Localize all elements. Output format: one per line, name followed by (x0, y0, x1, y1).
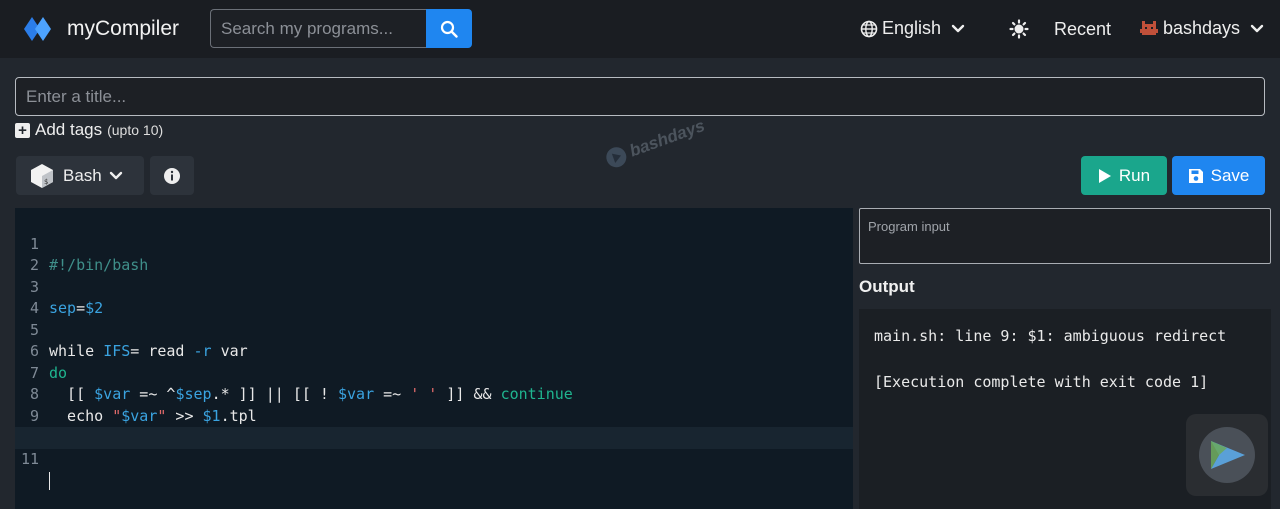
user-avatar-icon (1140, 20, 1158, 35)
user-menu[interactable]: bashdays (1140, 18, 1264, 39)
editor-line: 4 (15, 277, 853, 317)
tags-limit-hint: (upto 10) (107, 122, 164, 138)
recent-link[interactable]: Recent (1054, 19, 1111, 40)
language-select[interactable]: $_ Bash (16, 156, 144, 195)
navbar: myCompiler English (0, 0, 1280, 58)
language-select-label: Bash (63, 165, 102, 185)
line-number: 11 (20, 449, 39, 468)
brand-name: myCompiler (67, 17, 180, 40)
info-button[interactable] (150, 156, 194, 195)
editor-line: 5 while IFS= read -r var (15, 298, 853, 361)
editor-line: 2 (15, 234, 853, 274)
code-editor[interactable]: 1 #!/bin/bash 2 3 sep=$2 4 5 while IFS= … (15, 208, 853, 509)
search-button[interactable] (426, 9, 472, 48)
editor-line: 3 sep=$2 (15, 255, 853, 318)
mycompiler-logo-icon (22, 14, 56, 44)
language-label: English (882, 18, 942, 38)
info-icon (164, 167, 180, 184)
code-text (49, 470, 50, 492)
editor-line: 6 do (15, 320, 853, 382)
run-button[interactable]: Run (1081, 156, 1167, 195)
editor-line: 8 echo "$var" >> $1.tpl (15, 363, 853, 425)
play-icon (1098, 168, 1111, 183)
editor-line: 1 #!/bin/bash (15, 212, 853, 275)
bash-icon: $_ (31, 163, 53, 188)
editor-line: 10 (15, 406, 853, 446)
sun-icon (1009, 19, 1029, 39)
search-icon (440, 20, 458, 38)
floating-widget[interactable] (1186, 414, 1268, 496)
run-label: Run (1118, 165, 1151, 185)
brand[interactable]: myCompiler (22, 14, 179, 44)
watermark-text: bashdays (627, 115, 708, 161)
chevron-down-icon (109, 171, 122, 180)
floppy-disk-icon (1188, 168, 1203, 183)
add-tags-button[interactable]: + Add tags (upto 10) (15, 120, 163, 140)
theme-toggle-button[interactable] (1009, 19, 1029, 39)
watermark-logo-icon (606, 147, 627, 168)
editor-line-active: 11 (15, 427, 853, 490)
text-cursor (49, 471, 50, 490)
program-input[interactable] (859, 208, 1271, 264)
globe-icon (860, 20, 878, 37)
svg-text:$_: $_ (44, 178, 53, 186)
editor-line: 9 done < $1 (15, 384, 853, 447)
output-heading: Output (859, 277, 915, 296)
editor-line: 7 [[ $var =~ ^$sep.* ]] || [[ ! $var =~ … (15, 341, 853, 404)
play-arrow-logo-icon (1199, 427, 1255, 483)
language-dropdown[interactable]: English (860, 18, 965, 39)
chevron-down-icon (951, 24, 965, 33)
search-input[interactable] (210, 9, 426, 48)
save-label: Save (1210, 165, 1250, 185)
title-input[interactable] (15, 77, 1265, 116)
output-line: main.sh: line 9: $1: ambiguous redirect (874, 327, 1227, 345)
username: bashdays (1163, 18, 1241, 38)
save-button[interactable]: Save (1172, 156, 1265, 195)
watermark: bashdays (602, 115, 708, 171)
chevron-down-icon (1250, 24, 1264, 33)
search-bar (210, 9, 472, 48)
plus-square-icon: + (15, 122, 30, 138)
output-line: [Execution complete with exit code 1] (874, 373, 1209, 391)
add-tags-label: Add tags (35, 120, 103, 139)
